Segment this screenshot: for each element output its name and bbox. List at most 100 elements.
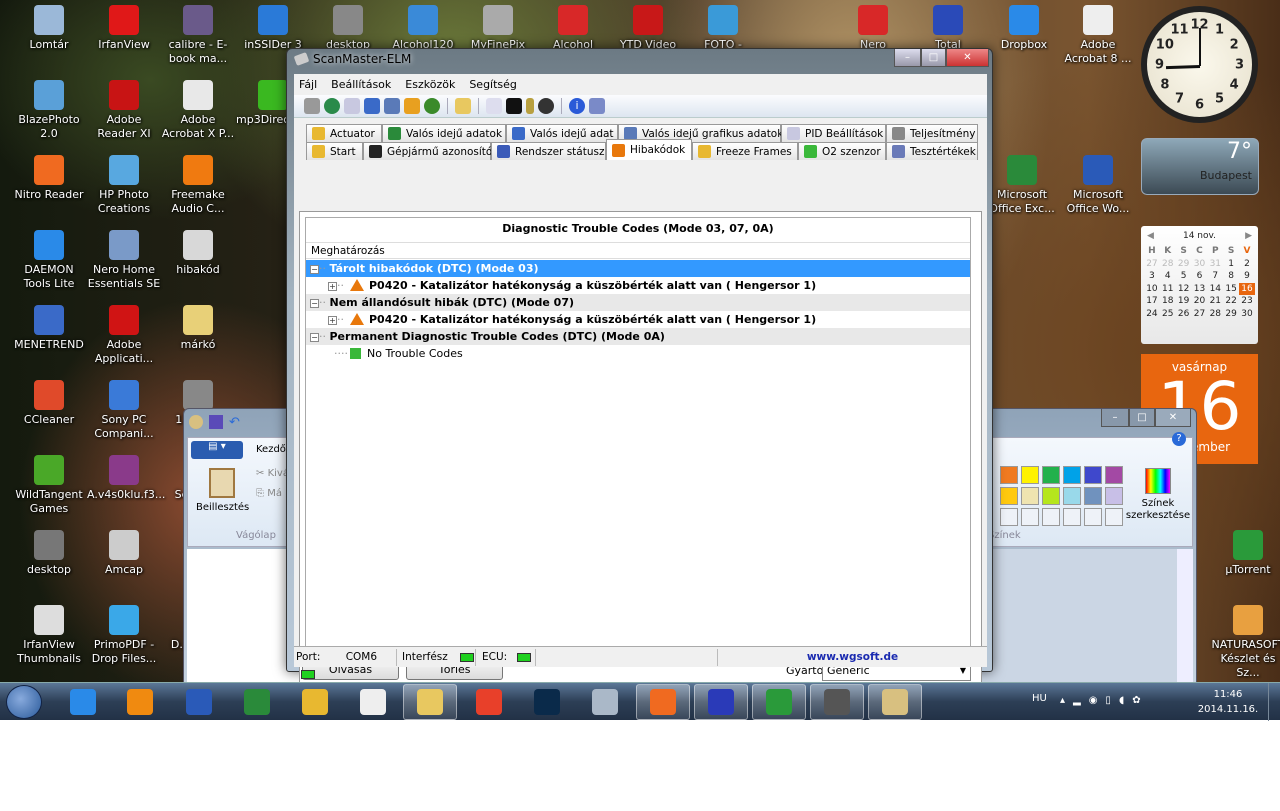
desktop-icon[interactable]: IrfanView Thumbnails (12, 605, 86, 666)
battery-icon[interactable] (526, 98, 534, 114)
calendar-day-cell[interactable]: 27 (1192, 308, 1208, 321)
scanmaster-window[interactable]: ScanMaster-ELM – □ ✕ Fájl Beállítások Eszk… (286, 48, 993, 682)
desktop-icon[interactable]: µTorrent (1211, 530, 1280, 577)
calendar-day-cell[interactable]: 22 (1223, 295, 1239, 308)
calendar-day-cell[interactable]: 16 (1239, 282, 1255, 295)
calendar-day-cell[interactable]: 6 (1192, 270, 1208, 283)
paint-scrollbar[interactable] (1177, 549, 1193, 682)
tab-rendszer-st-tusz[interactable]: Rendszer státusz (491, 142, 606, 160)
paint-file-menu[interactable]: ▤ ▾ (191, 441, 243, 459)
minimize-button[interactable]: – (894, 49, 921, 67)
tab-start[interactable]: Start (306, 142, 363, 160)
calendar-day-cell[interactable]: 14 (1207, 283, 1223, 296)
desktop-icon[interactable]: márkó (161, 305, 235, 352)
dtc-tree-view[interactable]: Diagnostic Trouble Codes (Mode 03, 07, 0… (305, 217, 971, 652)
calendar-day-cell[interactable]: 1 (1223, 258, 1239, 271)
paint-minimize-button[interactable]: – (1101, 409, 1129, 427)
desktop-icon[interactable]: MENETREND (12, 305, 86, 352)
calendar-day-cell[interactable]: 28 (1207, 308, 1223, 321)
tab-actuator[interactable]: Actuator (306, 124, 382, 142)
tray-clock[interactable]: 11:46 2014.11.16. (1196, 687, 1260, 717)
desktop-icon[interactable]: YTD Video (611, 5, 685, 52)
calendar-day-cell[interactable]: 9 (1239, 270, 1255, 283)
desktop-icon[interactable]: Adobe Reader XI (87, 80, 161, 141)
tray-icons[interactable]: ▴▂◉▯◖✿ (1060, 695, 1149, 706)
desktop-icon[interactable]: Dropbox (987, 5, 1061, 52)
calendar-day-cell[interactable]: 2 (1239, 258, 1255, 271)
desktop-icon[interactable]: Nero Home Essentials SE (87, 230, 161, 291)
menu-item[interactable]: Beállítások (331, 78, 391, 91)
connect-icon[interactable] (304, 98, 320, 114)
desktop-icon[interactable]: Adobe Applicati... (87, 305, 161, 366)
close-button[interactable]: ✕ (946, 49, 989, 67)
tab-o2-szenzor[interactable]: O2 szenzor (798, 142, 886, 160)
tree-item-row[interactable]: +·· P0420 - Katalizátor hatékonyság a küs… (306, 277, 970, 294)
taskbar-photoshop[interactable] (520, 684, 574, 720)
collapse-icon[interactable]: − (310, 298, 319, 308)
desktop-icon[interactable]: NATURASOFT Készlet és Sz... (1211, 605, 1280, 680)
clock-gadget[interactable]: 12 1 2 3 4 5 6 7 8 9 10 11 (1141, 6, 1258, 123)
color-swatch[interactable] (1021, 466, 1039, 484)
desktop-icon[interactable]: WildTangent Games (12, 455, 86, 516)
edit-colors-button[interactable]: Színek szerkesztése (1123, 468, 1193, 522)
tree-group-row[interactable]: −·· Nem állandósult hibák (DTC) (Mode 07… (306, 294, 970, 311)
tab-val-s-idej-adatok[interactable]: Valós idejű adatok (382, 124, 506, 142)
clipboard-icon[interactable] (455, 98, 471, 114)
calendar-day-cell[interactable]: 23 (1239, 295, 1255, 308)
tree-group-row[interactable]: −·· Tárolt hibakódok (DTC) (Mode 03) (306, 260, 970, 277)
column-header[interactable]: Meghatározás (306, 242, 970, 259)
weather-gadget[interactable]: 7° Budapest (1141, 138, 1259, 195)
language-indicator[interactable]: HU (1032, 693, 1047, 704)
calendar-day-cell[interactable]: 29 (1176, 258, 1192, 271)
taskbar-chrome[interactable] (462, 684, 516, 720)
desktop-icon[interactable]: Lomtár (12, 5, 86, 52)
prev-month-icon[interactable]: ◀ (1147, 231, 1154, 241)
taskbar-excel[interactable] (230, 684, 284, 720)
desktop-icon[interactable]: Freemake Audio C... (161, 155, 235, 216)
calendar-day-cell[interactable]: 7 (1207, 270, 1223, 283)
color-swatch[interactable] (1105, 487, 1123, 505)
calendar-day-cell[interactable]: 15 (1223, 283, 1239, 296)
tree-item-row[interactable]: ···· No Trouble Codes (306, 345, 970, 362)
paint-close-button[interactable]: ✕ (1155, 409, 1191, 427)
taskbar-acrobat[interactable] (346, 684, 400, 720)
tab-home[interactable]: Kezdő (256, 444, 286, 455)
color-swatch[interactable] (1063, 487, 1081, 505)
pid-icon[interactable] (344, 98, 360, 114)
exit-icon[interactable] (589, 98, 605, 114)
color-swatch[interactable] (1042, 508, 1060, 526)
collapse-icon[interactable]: − (310, 332, 319, 342)
desktop-icon[interactable]: HP Photo Creations (87, 155, 161, 216)
save-icon[interactable] (209, 415, 223, 429)
desktop-icon[interactable]: hibakód (161, 230, 235, 277)
tab-teljes-tm-ny[interactable]: Teljesítmény (886, 124, 978, 142)
tab-hibak-dok[interactable]: Hibakódok (606, 139, 692, 160)
color-swatch[interactable] (1084, 508, 1102, 526)
expand-icon[interactable]: + (328, 315, 337, 325)
calendar-day-cell[interactable]: 18 (1160, 295, 1176, 308)
copy-button[interactable]: ⎘ Má (256, 488, 282, 499)
calendar-day-cell[interactable]: 28 (1160, 258, 1176, 271)
desktop-icon[interactable]: CCleaner (12, 380, 86, 427)
desktop-icon[interactable]: Adobe Acrobat 8 ... (1061, 5, 1135, 66)
taskbar-outlook[interactable] (288, 684, 342, 720)
calendar-day-cell[interactable]: 4 (1160, 270, 1176, 283)
calendar-day-cell[interactable]: 30 (1239, 308, 1255, 321)
calendar-day-cell[interactable]: 5 (1176, 270, 1192, 283)
calendar-day-cell[interactable]: 31 (1207, 258, 1223, 271)
desktop-icon[interactable]: Microsoft Office Wo... (1061, 155, 1135, 216)
desktop-icon[interactable]: desktop (311, 5, 385, 52)
color-swatch[interactable] (1000, 487, 1018, 505)
calendar-day-cell[interactable]: 21 (1207, 295, 1223, 308)
tab-teszt-rt-kek[interactable]: Tesztértékek (886, 142, 978, 160)
calendar-day-cell[interactable]: 11 (1160, 283, 1176, 296)
calendar-day-cell[interactable]: 26 (1176, 308, 1192, 321)
globe-icon[interactable] (324, 98, 340, 114)
calendar-day-cell[interactable]: 3 (1144, 270, 1160, 283)
desktop-icon[interactable]: A.v4s0klu.f3... (87, 455, 165, 502)
user-icon[interactable] (424, 98, 440, 114)
desktop-icon[interactable]: MyFinePix (461, 5, 535, 52)
calendar-day-cell[interactable]: 10 (1144, 283, 1160, 296)
menu-item[interactable]: Eszközök (405, 78, 455, 91)
tab-g-pj-rm-azonos-t-[interactable]: Gépjármű azonosító (363, 142, 492, 160)
